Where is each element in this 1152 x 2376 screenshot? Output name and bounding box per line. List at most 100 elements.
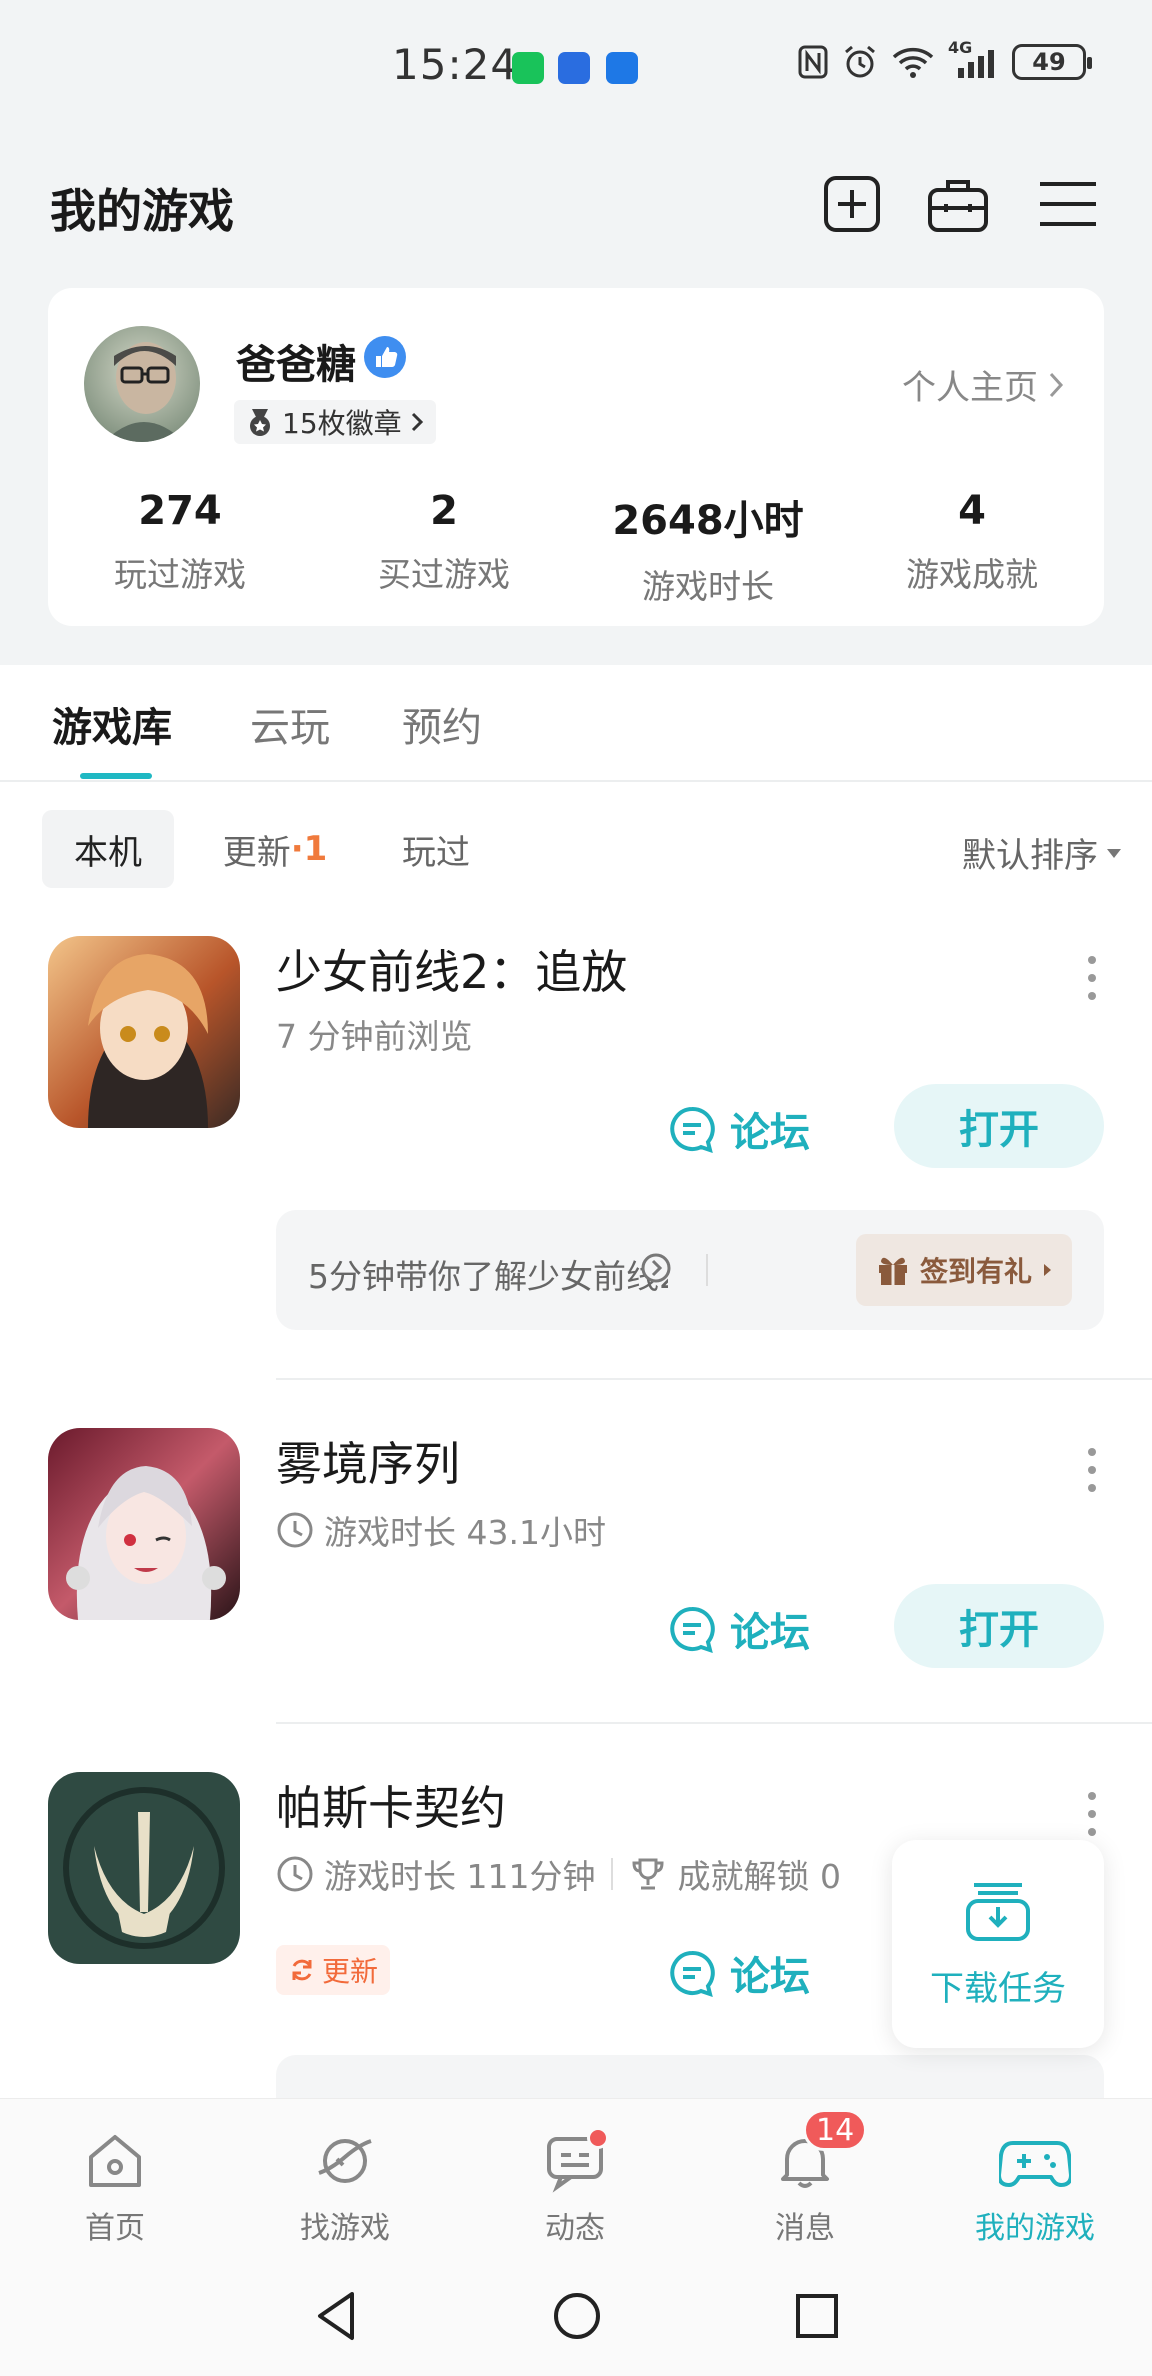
- tab-reservation[interactable]: 预约: [402, 695, 482, 753]
- game-title[interactable]: 帕斯卡契约: [276, 1772, 506, 1838]
- message-count-badge: 14: [803, 2109, 868, 2151]
- nav-find-games[interactable]: 找游戏: [230, 2129, 460, 2247]
- profile-card[interactable]: 爸爸糖 15枚徽章 个人主页 274 玩过游戏 2 买过游戏 2648小时 游戏…: [48, 288, 1104, 626]
- stat-achievements[interactable]: 4 游戏成就: [840, 488, 1104, 596]
- promo-separator: [706, 1254, 708, 1286]
- app-notification-icon: [558, 52, 590, 84]
- refresh-icon: [292, 1959, 312, 1981]
- toolbox-icon[interactable]: [926, 172, 990, 236]
- promo-text[interactable]: 5分钟带你了解少女前线2: [308, 1250, 668, 1298]
- menu-icon[interactable]: [1036, 172, 1100, 236]
- nav-label: 消息: [775, 2211, 835, 2246]
- add-game-icon[interactable]: [820, 172, 884, 236]
- tab-cloud-play[interactable]: 云玩: [250, 695, 330, 753]
- recents-square-icon[interactable]: [794, 2290, 840, 2342]
- forum-label: 论坛: [730, 1954, 810, 2000]
- forum-button[interactable]: 论坛: [668, 1600, 810, 1658]
- stat-played[interactable]: 274 玩过游戏: [48, 488, 312, 596]
- circle-arrow-icon: [641, 1253, 671, 1283]
- nav-messages[interactable]: 14 消息: [690, 2109, 920, 2247]
- game-subtitle: 7 分钟前浏览: [276, 1017, 473, 1056]
- promo-box[interactable]: 5分钟带你了解少女前线2 签到有礼: [276, 1210, 1104, 1330]
- open-button[interactable]: 打开: [894, 1084, 1104, 1168]
- forum-label: 论坛: [730, 1610, 810, 1656]
- gamepad-icon: [999, 2141, 1071, 2187]
- forum-button[interactable]: 论坛: [668, 1100, 810, 1158]
- checkin-gift-button[interactable]: 签到有礼: [855, 1234, 1072, 1306]
- home-icon: [89, 2135, 141, 2187]
- clock-icon: [277, 1856, 313, 1892]
- more-options-icon[interactable]: [1086, 1448, 1098, 1492]
- nav-home[interactable]: 首页: [0, 2129, 230, 2247]
- sort-dropdown[interactable]: 默认排序: [962, 828, 1122, 877]
- stat-value: 2648小时: [612, 498, 804, 544]
- status-bar: 15:24 4G 49: [0, 0, 1152, 130]
- forum-icon: [670, 1606, 715, 1653]
- playtime-label: 游戏时长 43.1小时: [324, 1513, 606, 1552]
- caret-down-icon: [1107, 848, 1121, 858]
- nav-label: 首页: [85, 2211, 145, 2246]
- verified-thumbs-icon: [364, 336, 406, 378]
- more-options-icon[interactable]: [1086, 1792, 1098, 1836]
- alarm-icon: [845, 45, 875, 78]
- playtime-label: 游戏时长 111分钟: [324, 1857, 596, 1896]
- achievement-label: 成就解锁 0: [677, 1857, 841, 1896]
- download-task-button[interactable]: 下载任务: [892, 1840, 1104, 2048]
- back-icon[interactable]: [312, 2290, 360, 2342]
- app-notification-icon: [606, 52, 638, 84]
- forum-icon: [670, 1106, 715, 1153]
- home-circle-icon[interactable]: [552, 2290, 602, 2342]
- stat-value: 4: [958, 488, 986, 534]
- gift-label: 签到有礼: [919, 1255, 1032, 1288]
- stat-playtime[interactable]: 2648小时 游戏时长: [576, 488, 840, 608]
- status-right: 4G 49: [798, 38, 1092, 80]
- cellular-signal-icon: 4G: [948, 38, 998, 80]
- promo-label: 5分钟带你了解少女前线2: [308, 1257, 668, 1296]
- game-icon[interactable]: [48, 1772, 240, 1964]
- open-button[interactable]: 打开: [894, 1584, 1104, 1668]
- item-divider: [276, 1378, 1152, 1380]
- nav-my-games[interactable]: 我的游戏: [920, 2129, 1150, 2247]
- forum-icon: [670, 1950, 715, 1997]
- update-tag-label: 更新: [322, 1955, 379, 1988]
- homepage-label: 个人主页: [902, 368, 1038, 408]
- clock-icon: [277, 1512, 313, 1548]
- status-time: 15:24: [392, 40, 519, 89]
- update-count: 1: [303, 829, 328, 869]
- nav-feed[interactable]: 动态: [460, 2127, 690, 2247]
- nav-label: 我的游戏: [975, 2211, 1095, 2246]
- game-icon[interactable]: [48, 936, 240, 1128]
- stat-label: 玩过游戏: [114, 555, 246, 594]
- stat-bought[interactable]: 2 买过游戏: [312, 488, 576, 596]
- stat-label: 游戏时长: [642, 567, 774, 606]
- wifi-icon: [892, 47, 934, 78]
- item-divider: [276, 1722, 1152, 1724]
- badge-count: 15枚徽章: [282, 407, 402, 440]
- forum-label: 论坛: [730, 1110, 810, 1156]
- tabs-divider: [0, 780, 1152, 782]
- update-tag[interactable]: 更新: [276, 1945, 391, 1995]
- stat-value: 2: [430, 488, 458, 534]
- subtab-played[interactable]: 玩过: [380, 810, 492, 888]
- subtitle-separator: [611, 1858, 614, 1890]
- nfc-icon: [798, 45, 828, 79]
- wechat-icon: [512, 52, 544, 84]
- caret-right-icon: [1044, 1264, 1051, 1276]
- subtab-update[interactable]: 更新 · 1: [200, 810, 350, 888]
- subtab-update-label: 更新: [222, 832, 291, 873]
- avatar[interactable]: [84, 326, 200, 442]
- page-title: 我的游戏: [50, 184, 234, 238]
- gift-icon: [878, 1257, 907, 1285]
- game-icon[interactable]: [48, 1428, 240, 1620]
- username: 爸爸糖: [236, 342, 356, 388]
- homepage-link[interactable]: 个人主页: [902, 360, 1064, 409]
- game-title[interactable]: 少女前线2：追放: [276, 936, 627, 1002]
- forum-button[interactable]: 论坛: [668, 1944, 810, 2002]
- tab-library[interactable]: 游戏库: [52, 695, 172, 753]
- tab-indicator: [80, 773, 152, 779]
- trophy-icon: [632, 1858, 664, 1890]
- game-title[interactable]: 雾境序列: [276, 1428, 460, 1494]
- subtab-local[interactable]: 本机: [42, 810, 174, 888]
- more-options-icon[interactable]: [1086, 956, 1098, 1000]
- badge-chip[interactable]: 15枚徽章: [234, 400, 436, 444]
